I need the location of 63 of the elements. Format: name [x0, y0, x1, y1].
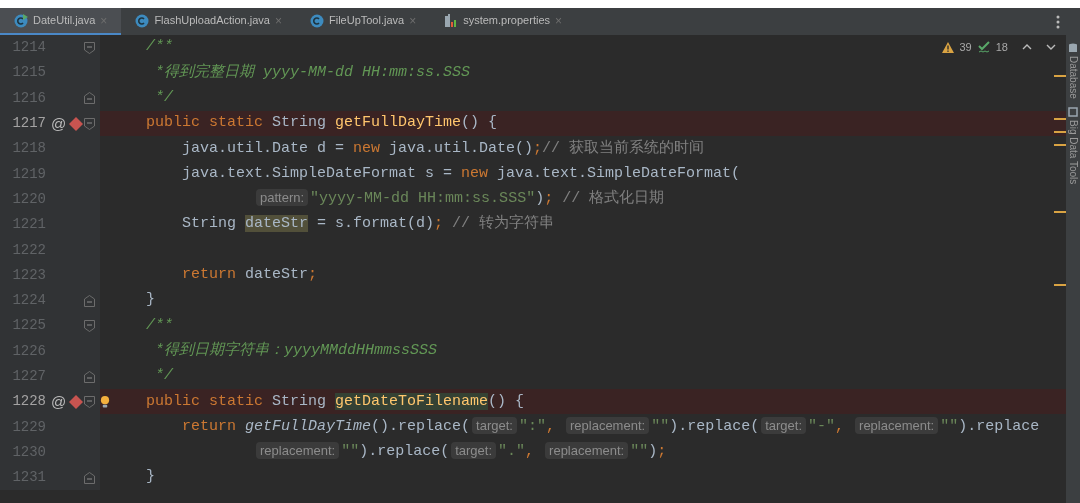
parameter-hint: target:	[761, 416, 807, 434]
fold-end-icon[interactable]	[84, 471, 95, 484]
code-text: }	[145, 467, 155, 488]
code-text: return getFullDayTime().replace( target: ":", replacement: "").replace( target: "-", replacement: "").replace	[181, 415, 1040, 437]
code-text: java.util.Date d = new java.util.Date();// 获取当前系统的时间	[181, 138, 705, 159]
fold-collapse-icon[interactable]	[84, 319, 95, 332]
fold-collapse-icon[interactable]	[84, 117, 95, 130]
code-text: String dateStr = s.format(d); // 转为字符串	[181, 213, 555, 235]
breakpoint-icon[interactable]	[69, 116, 84, 131]
code-text: */	[154, 88, 173, 108]
tab-label: system.properties	[463, 13, 550, 29]
weak-warning-icon	[977, 41, 990, 54]
code-text: /**	[145, 315, 173, 336]
parameter-hint: replacement:	[566, 416, 650, 434]
database-icon	[1068, 43, 1078, 53]
tool-window-button[interactable]: Database	[1065, 43, 1080, 99]
tab-label: FlashUploadAction.java	[154, 13, 270, 29]
code-text: public static String getDateToFilename() {	[145, 391, 525, 412]
parameter-hint: replacement:	[256, 442, 340, 460]
tab-label: DateUtil.java	[33, 13, 96, 29]
fold-end-icon[interactable]	[84, 370, 95, 383]
override-icon[interactable]: @	[51, 394, 67, 410]
code-text: return dateStr;	[181, 265, 318, 286]
next-highlight-icon[interactable]	[1046, 44, 1056, 51]
parameter-hint: replacement:	[545, 442, 629, 460]
weak-warning-count[interactable]: 18	[995, 39, 1008, 56]
parameter-hint: target:	[472, 416, 517, 434]
fold-end-icon[interactable]	[84, 294, 95, 307]
line-number: 1228	[11, 392, 46, 412]
warning-count[interactable]: 39	[959, 39, 972, 56]
tool-window-button[interactable]: Big Data Tools	[1065, 106, 1080, 185]
breakpoint-icon[interactable]	[69, 394, 84, 409]
editor-tab[interactable]: FlashUploadAction.java ×	[121, 8, 296, 35]
code-text: }	[145, 290, 155, 311]
java-class-icon	[135, 13, 150, 28]
panel-icon	[1068, 106, 1078, 117]
properties-file-icon	[444, 13, 459, 28]
lightbulb-icon[interactable]	[100, 394, 110, 409]
code-text: replacement: "").replace( target: ".", replacement: "");	[254, 441, 667, 464]
more-options-icon[interactable]	[1056, 14, 1060, 29]
parameter-hint: pattern:	[256, 189, 309, 207]
warning-icon	[941, 41, 954, 53]
editor-tab[interactable]: FileUpTool.java ×	[295, 8, 431, 35]
code-text: java.text.SimpleDateFormat s = new java.text.SimpleDateFormat(	[181, 163, 741, 184]
code-text: *得到完整日期 yyyy-MM-dd HH:mm:ss.SSS	[154, 62, 471, 83]
parameter-hint: target:	[451, 442, 497, 460]
tab-label: FileUpTool.java	[328, 13, 405, 29]
code-text: public static String getFullDayTime() {	[145, 113, 498, 134]
fold-end-icon[interactable]	[84, 92, 95, 105]
parameter-hint: replacement:	[855, 416, 939, 434]
previous-highlight-icon[interactable]	[1022, 44, 1032, 51]
override-icon[interactable]: @	[51, 116, 67, 132]
java-class-run-icon	[14, 13, 28, 28]
fold-collapse-icon[interactable]	[84, 41, 95, 54]
line-number: 1217	[11, 114, 46, 134]
code-text: *得到日期字符串：yyyyMMddHHmmssSSS	[154, 340, 438, 361]
code-text: /**	[145, 37, 173, 58]
editor-tab[interactable]: DateUtil.java ×	[0, 8, 122, 35]
code-text: pattern: "yyyy-MM-dd HH:mm:ss.SSS"); // 格式化日期	[254, 188, 665, 211]
java-class-icon	[309, 13, 324, 28]
editor-tab[interactable]: system.properties ×	[430, 8, 576, 35]
code-text: */	[154, 366, 173, 387]
fold-collapse-icon[interactable]	[84, 395, 95, 408]
